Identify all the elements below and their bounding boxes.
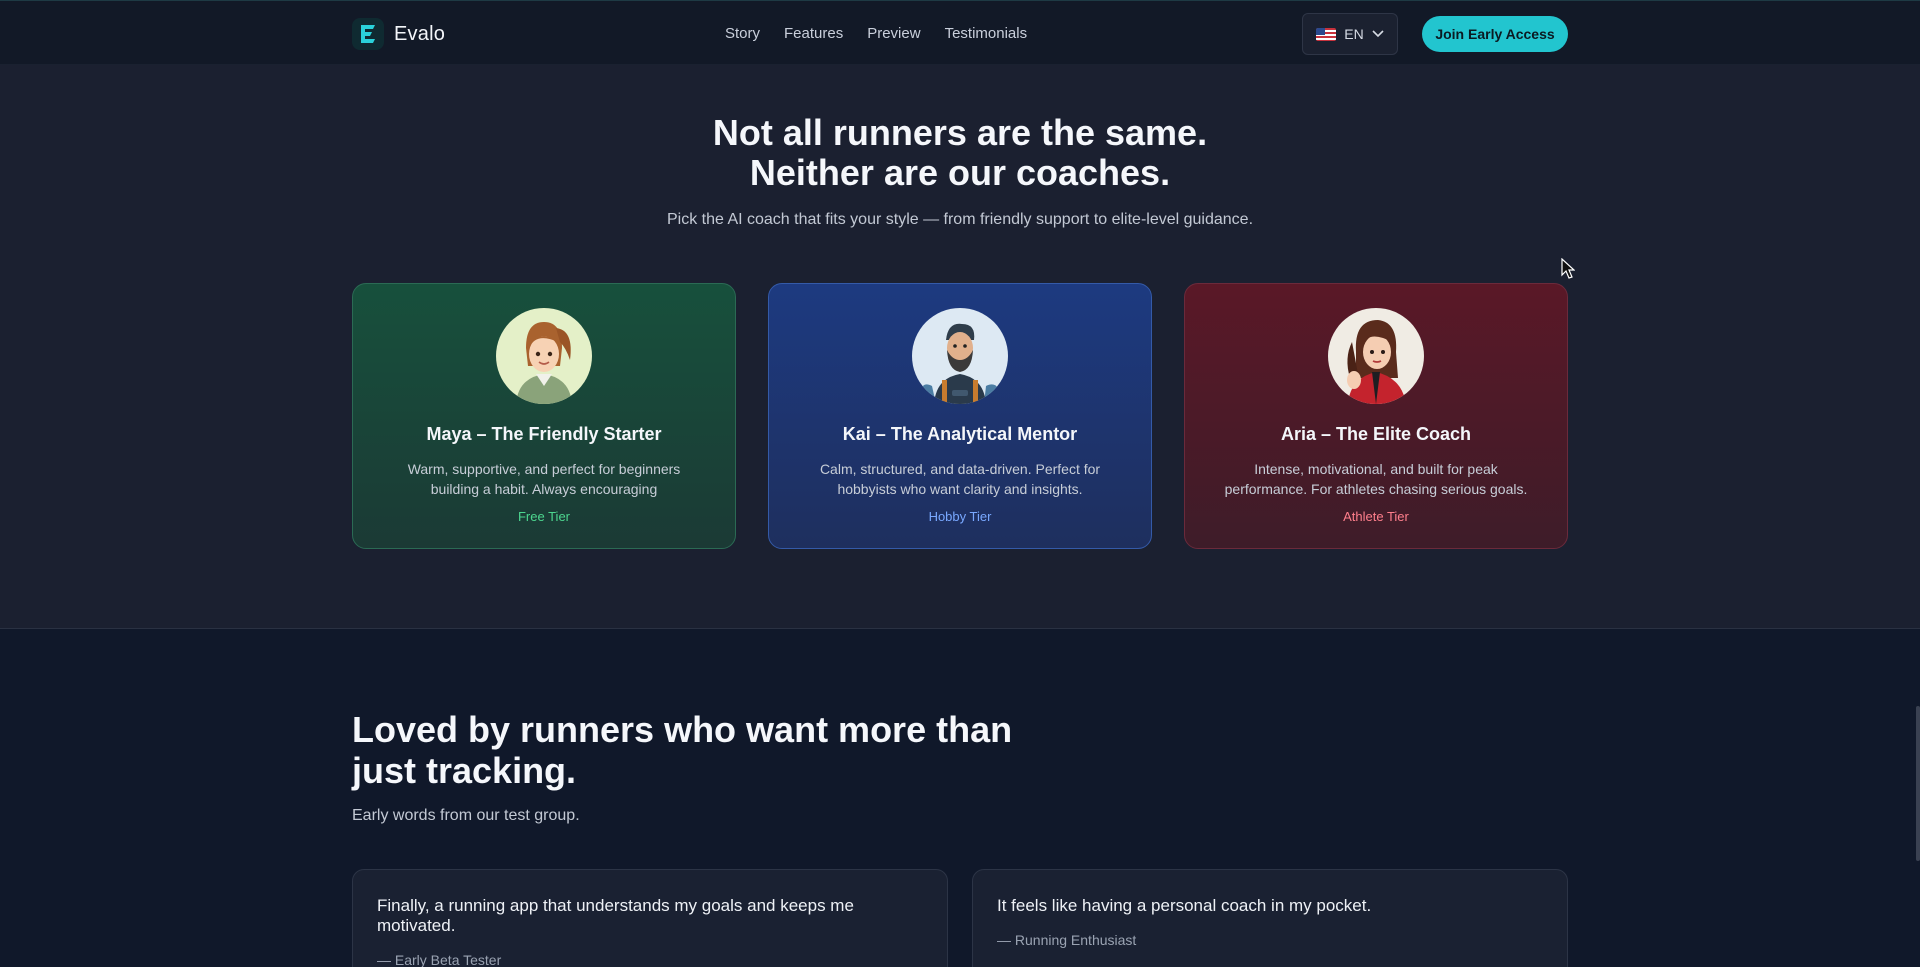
us-flag-icon (1316, 27, 1337, 41)
aria-avatar (1328, 308, 1424, 404)
coaches-heading-line2: Neither are our coaches. (749, 152, 1171, 193)
coach-description: Calm, structured, and data-driven. Perfe… (819, 461, 1101, 497)
nav-link-preview[interactable]: Preview (867, 25, 920, 42)
nav-link-testimonials[interactable]: Testimonials (945, 25, 1028, 42)
brand-name: Evalo (394, 22, 446, 45)
testimonial-author: — Running Enthusiast (997, 932, 1137, 948)
nav-links: Story Features Preview Testimonials (725, 25, 1027, 42)
coach-description: Intense, motivational, and built for pea… (1224, 461, 1528, 497)
coach-name: Aria – The Elite Coach (1280, 424, 1472, 444)
brand-logo[interactable]: Evalo (352, 18, 445, 50)
coach-tier: Free Tier (517, 509, 570, 524)
testimonials-subtitle: Early words from our test group. (352, 807, 580, 824)
page-scrollbar[interactable] (1916, 706, 1920, 861)
testimonials-heading: Loved by runners who want more than just… (352, 709, 1013, 791)
coach-name: Kai – The Analytical Mentor (842, 424, 1078, 444)
coaches-section: Not all runners are the same. Neither ar… (0, 65, 1920, 629)
coach-tier: Athlete Tier (1343, 509, 1409, 524)
language-selector[interactable]: EN (1302, 13, 1398, 55)
testimonial-card: It feels like having a personal coach in… (972, 869, 1568, 967)
coaches-heading-line1: Not all runners are the same. (712, 112, 1208, 153)
testimonial-quote: Finally, a running app that understands … (377, 896, 854, 935)
testimonial-author: — Early Beta Tester (377, 952, 502, 967)
coach-card-maya[interactable]: Maya – The Friendly Starter Warm, suppor… (352, 283, 736, 549)
nav-link-features[interactable]: Features (784, 25, 843, 42)
coaches-subtitle: Pick the AI coach that fits your style —… (666, 211, 1254, 228)
join-early-access-button[interactable]: Join Early Access (1422, 16, 1568, 52)
mouse-cursor-icon (1561, 258, 1575, 279)
kai-avatar (912, 308, 1008, 404)
language-label: EN (1344, 26, 1364, 42)
testimonial-cards: Finally, a running app that understands … (352, 869, 1568, 967)
coaches-heading: Not all runners are the same. Neither ar… (0, 113, 1920, 193)
coach-name: Maya – The Friendly Starter (426, 424, 662, 444)
nav-link-story[interactable]: Story (725, 25, 760, 42)
top-navbar: Evalo Story Features Preview Testimonial… (0, 0, 1920, 65)
testimonial-quote: It feels like having a personal coach in… (997, 896, 1372, 915)
coach-card-kai[interactable]: Kai – The Analytical Mentor Calm, struct… (768, 283, 1152, 549)
coach-card-aria[interactable]: Aria – The Elite Coach Intense, motivati… (1184, 283, 1568, 549)
coach-description: Warm, supportive, and perfect for beginn… (407, 461, 681, 497)
coach-cards: Maya – The Friendly Starter Warm, suppor… (352, 283, 1568, 549)
testimonials-section: Loved by runners who want more than just… (0, 629, 1920, 967)
coach-tier: Hobby Tier (928, 509, 992, 524)
testimonial-card: Finally, a running app that understands … (352, 869, 948, 967)
evalo-logo-icon (352, 18, 384, 50)
maya-avatar (496, 308, 592, 404)
chevron-down-icon (1372, 30, 1384, 38)
